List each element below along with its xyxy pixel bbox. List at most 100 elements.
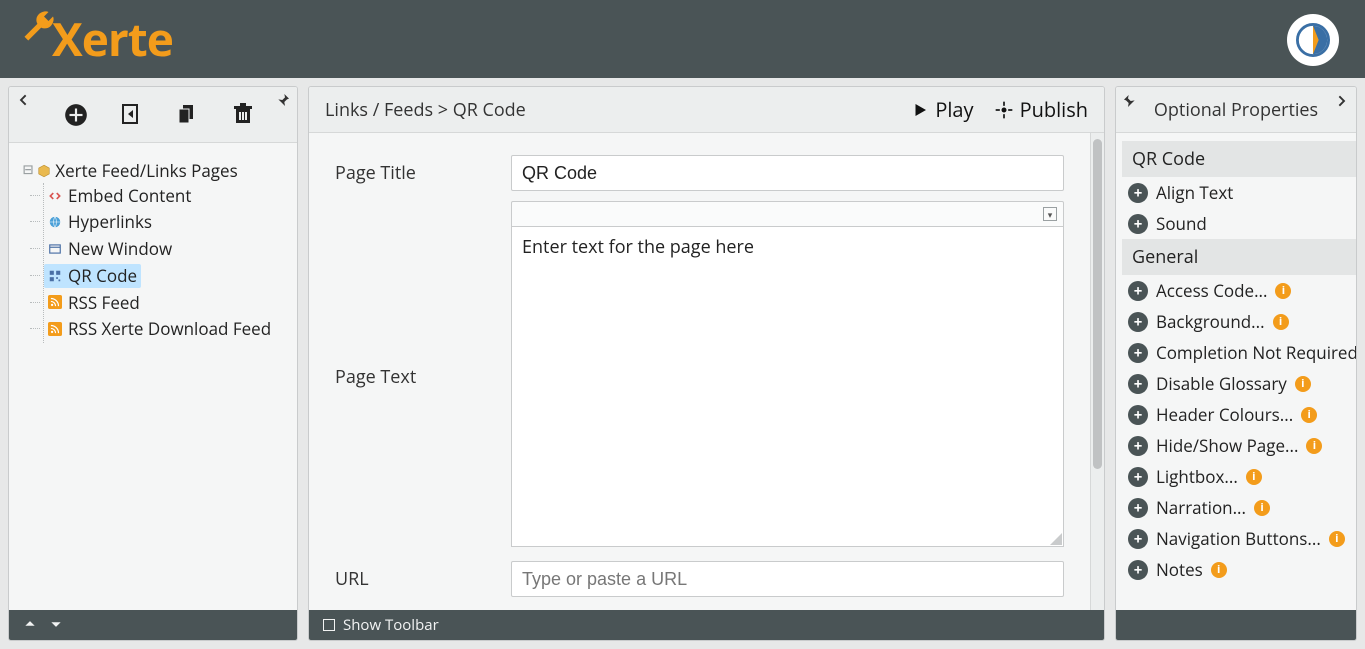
page-title-row: Page Title xyxy=(335,155,1064,191)
move-up-button[interactable] xyxy=(23,614,37,636)
add-property-icon[interactable]: + xyxy=(1128,405,1148,425)
property-row[interactable]: + Access Code... i xyxy=(1122,275,1356,306)
show-toolbar-checkbox[interactable] xyxy=(323,619,335,631)
add-property-icon[interactable]: + xyxy=(1128,214,1148,234)
import-button[interactable] xyxy=(119,102,145,128)
property-row[interactable]: + Lightbox... i xyxy=(1122,461,1356,492)
info-icon[interactable]: i xyxy=(1211,562,1227,578)
property-row[interactable]: +Header Colours...i xyxy=(1122,399,1356,430)
url-row: URL xyxy=(335,561,1064,597)
richtext-expand-icon[interactable]: ▾ xyxy=(1043,207,1057,221)
property-label: Navigation Buttons... xyxy=(1156,527,1321,550)
property-row[interactable]: + Navigation Buttons... i xyxy=(1122,523,1356,554)
add-property-icon[interactable]: + xyxy=(1128,498,1148,518)
tree-root-label: Xerte Feed/Links Pages xyxy=(55,159,237,183)
info-icon[interactable]: i xyxy=(1246,469,1262,485)
add-property-icon[interactable]: + xyxy=(1128,343,1148,363)
tree-item-label: RSS Feed xyxy=(68,291,140,315)
tree-toolbar xyxy=(9,87,297,143)
tree-footer xyxy=(9,610,297,640)
page-text-input[interactable]: Enter text for the page here xyxy=(511,227,1064,547)
copy-button[interactable] xyxy=(175,102,201,128)
page-title-input[interactable] xyxy=(511,155,1064,191)
editor-footer: Show Toolbar xyxy=(309,610,1104,640)
tree-toggle-icon[interactable]: ⊟ xyxy=(23,159,33,183)
editor-actions: Play Publish xyxy=(911,96,1088,123)
tree-item-label: QR Code xyxy=(68,264,137,288)
property-row[interactable]: + Background... i xyxy=(1122,306,1356,337)
info-icon[interactable]: i xyxy=(1301,407,1317,423)
richtext-toolbar[interactable]: ▾ xyxy=(511,201,1064,227)
property-row[interactable]: +Hide/Show Page...i xyxy=(1122,430,1356,461)
tree-item[interactable]: QR Code xyxy=(44,263,287,290)
play-button[interactable]: Play xyxy=(911,96,973,123)
info-icon[interactable]: i xyxy=(1275,283,1291,299)
resize-grip-icon[interactable] xyxy=(1050,533,1062,545)
property-row[interactable]: +Sound xyxy=(1122,208,1356,239)
breadcrumb: Links / Feeds > QR Code xyxy=(325,98,526,122)
tree-item[interactable]: RSS Feed xyxy=(44,290,287,317)
pin-right-icon[interactable] xyxy=(1122,91,1138,115)
user-avatar[interactable] xyxy=(1287,14,1339,66)
window-icon xyxy=(48,242,62,256)
property-row[interactable]: +Narration...i xyxy=(1122,492,1356,523)
property-label: Access Code... xyxy=(1156,279,1267,302)
rss-icon xyxy=(48,295,62,309)
page-title-label: Page Title xyxy=(335,155,511,185)
publish-label: Publish xyxy=(1020,96,1088,123)
property-row[interactable]: + Align Text xyxy=(1122,177,1356,208)
tree-root[interactable]: ⊟ Xerte Feed/Links Pages xyxy=(23,159,287,183)
add-property-icon[interactable]: + xyxy=(1128,529,1148,549)
info-icon[interactable]: i xyxy=(1306,438,1322,454)
page-text-label: Page Text xyxy=(335,359,511,389)
url-input[interactable] xyxy=(511,561,1064,597)
collapse-right-icon[interactable] xyxy=(1334,91,1350,115)
embed-icon xyxy=(48,189,62,203)
property-row[interactable]: +Completion Not Required xyxy=(1122,337,1356,368)
pin-left-icon[interactable] xyxy=(275,91,291,113)
tree-item[interactable]: Embed Content xyxy=(44,183,287,210)
tree-item[interactable]: RSS Xerte Download Feed xyxy=(44,316,287,343)
editor-scrollbar[interactable] xyxy=(1090,133,1104,610)
page-text-row: Page Text ▾ Enter text for the page here xyxy=(335,201,1064,547)
property-row[interactable]: + Notesi xyxy=(1122,554,1356,585)
tree-item-label: New Window xyxy=(68,237,172,261)
rss-icon xyxy=(48,322,62,336)
property-label: Align Text xyxy=(1156,181,1233,204)
show-toolbar-label: Show Toolbar xyxy=(343,615,439,635)
delete-button[interactable] xyxy=(231,102,257,128)
url-label: URL xyxy=(335,561,511,591)
info-icon[interactable]: i xyxy=(1295,376,1311,392)
add-property-icon[interactable]: + xyxy=(1128,436,1148,456)
move-down-button[interactable] xyxy=(49,614,63,636)
breadcrumb-bar: Links / Feeds > QR Code Play Publish xyxy=(309,87,1104,133)
info-icon[interactable]: i xyxy=(1329,531,1345,547)
add-property-icon[interactable]: + xyxy=(1128,374,1148,394)
tree-item[interactable]: New Window xyxy=(44,236,287,263)
add-property-icon[interactable]: + xyxy=(1128,183,1148,203)
add-property-icon[interactable]: + xyxy=(1128,467,1148,487)
add-property-icon[interactable]: + xyxy=(1128,560,1148,580)
collapse-left-icon[interactable] xyxy=(15,91,31,113)
property-label: Lightbox... xyxy=(1156,465,1238,488)
tree-item-label: Embed Content xyxy=(68,184,191,208)
package-icon xyxy=(37,164,51,178)
add-property-icon[interactable]: + xyxy=(1128,281,1148,301)
add-property-icon[interactable]: + xyxy=(1128,312,1148,332)
info-icon[interactable]: i xyxy=(1254,500,1270,516)
properties-title: Optional Properties xyxy=(1154,98,1318,122)
publish-button[interactable]: Publish xyxy=(994,96,1088,123)
property-label: Background... xyxy=(1156,310,1265,333)
globe-icon xyxy=(48,215,62,229)
brand-text: Xerte xyxy=(52,8,173,70)
info-icon[interactable]: i xyxy=(1273,314,1289,330)
page-tree: ⊟ Xerte Feed/Links Pages Embed ContentHy… xyxy=(9,143,297,610)
add-page-button[interactable] xyxy=(63,102,89,128)
brand-logo: Xerte xyxy=(20,8,173,70)
property-group-header: QR Code xyxy=(1122,141,1356,177)
properties-footer xyxy=(1116,610,1356,640)
form-area: Page Title Page Text ▾ Enter text for th… xyxy=(309,133,1104,610)
property-row[interactable]: +Disable Glossaryi xyxy=(1122,368,1356,399)
tree-item[interactable]: Hyperlinks xyxy=(44,209,287,236)
property-label: Notes xyxy=(1156,558,1203,581)
